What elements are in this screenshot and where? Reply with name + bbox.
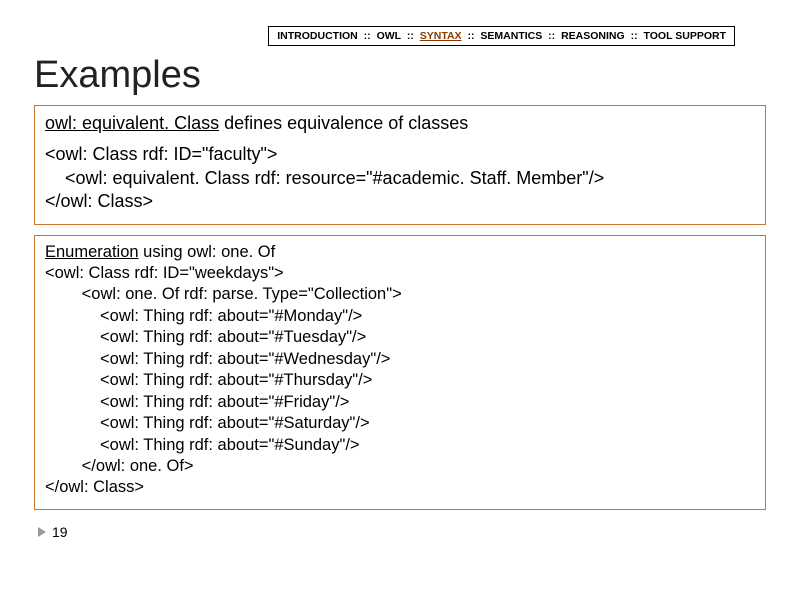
code-line: <owl: one. Of rdf: parse. Type="Collecti… [45,284,755,305]
code-line: <owl: Thing rdf: about="#Wednesday"/> [45,349,755,370]
arrow-right-icon [38,527,46,537]
code-line: <owl: Thing rdf: about="#Saturday"/> [45,413,755,434]
crumb-sep: :: [467,30,474,42]
crumb-reasoning: REASONING [561,30,625,42]
example-box-equivalent-class: owl: equivalent. Class defines equivalen… [34,105,766,225]
crumb-sep: :: [548,30,555,42]
crumb-sep: :: [631,30,638,42]
crumb-tool-support: TOOL SUPPORT [644,30,726,42]
code-line: <owl: Class rdf: ID="weekdays"> [45,263,755,284]
lead-term: owl: equivalent. Class [45,113,219,133]
breadcrumb: INTRODUCTION :: OWL :: SYNTAX :: SEMANTI… [268,26,735,46]
code-line: </owl: Class> [45,477,755,498]
crumb-introduction: INTRODUCTION [277,30,358,42]
code-line: <owl: equivalent. Class rdf: resource="#… [45,167,755,190]
crumb-sep: :: [364,30,371,42]
example-box-enumeration: Enumeration using owl: one. Of <owl: Cla… [34,235,766,510]
crumb-syntax: SYNTAX [420,30,462,42]
code-line: <owl: Thing rdf: about="#Tuesday"/> [45,327,755,348]
code-line: <owl: Thing rdf: about="#Friday"/> [45,392,755,413]
page-number-wrap: 19 [38,524,800,540]
lead-line: owl: equivalent. Class defines equivalen… [45,112,755,135]
code-line: <owl: Thing rdf: about="#Sunday"/> [45,435,755,456]
lead-rest: using owl: one. Of [139,243,276,261]
code-line: <owl: Thing rdf: about="#Monday"/> [45,306,755,327]
code-line: </owl: Class> [45,190,755,213]
crumb-sep: :: [407,30,414,42]
page-title: Examples [34,54,800,97]
code-line: </owl: one. Of> [45,456,755,477]
code-line: <owl: Class rdf: ID="faculty"> [45,143,755,166]
code-line: <owl: Thing rdf: about="#Thursday"/> [45,370,755,391]
lead-line: Enumeration using owl: one. Of [45,242,755,263]
crumb-semantics: SEMANTICS [480,30,542,42]
lead-rest: defines equivalence of classes [219,113,468,133]
crumb-owl: OWL [377,30,401,42]
page-number: 19 [52,524,68,540]
lead-prefix: Enumeration [45,243,139,261]
